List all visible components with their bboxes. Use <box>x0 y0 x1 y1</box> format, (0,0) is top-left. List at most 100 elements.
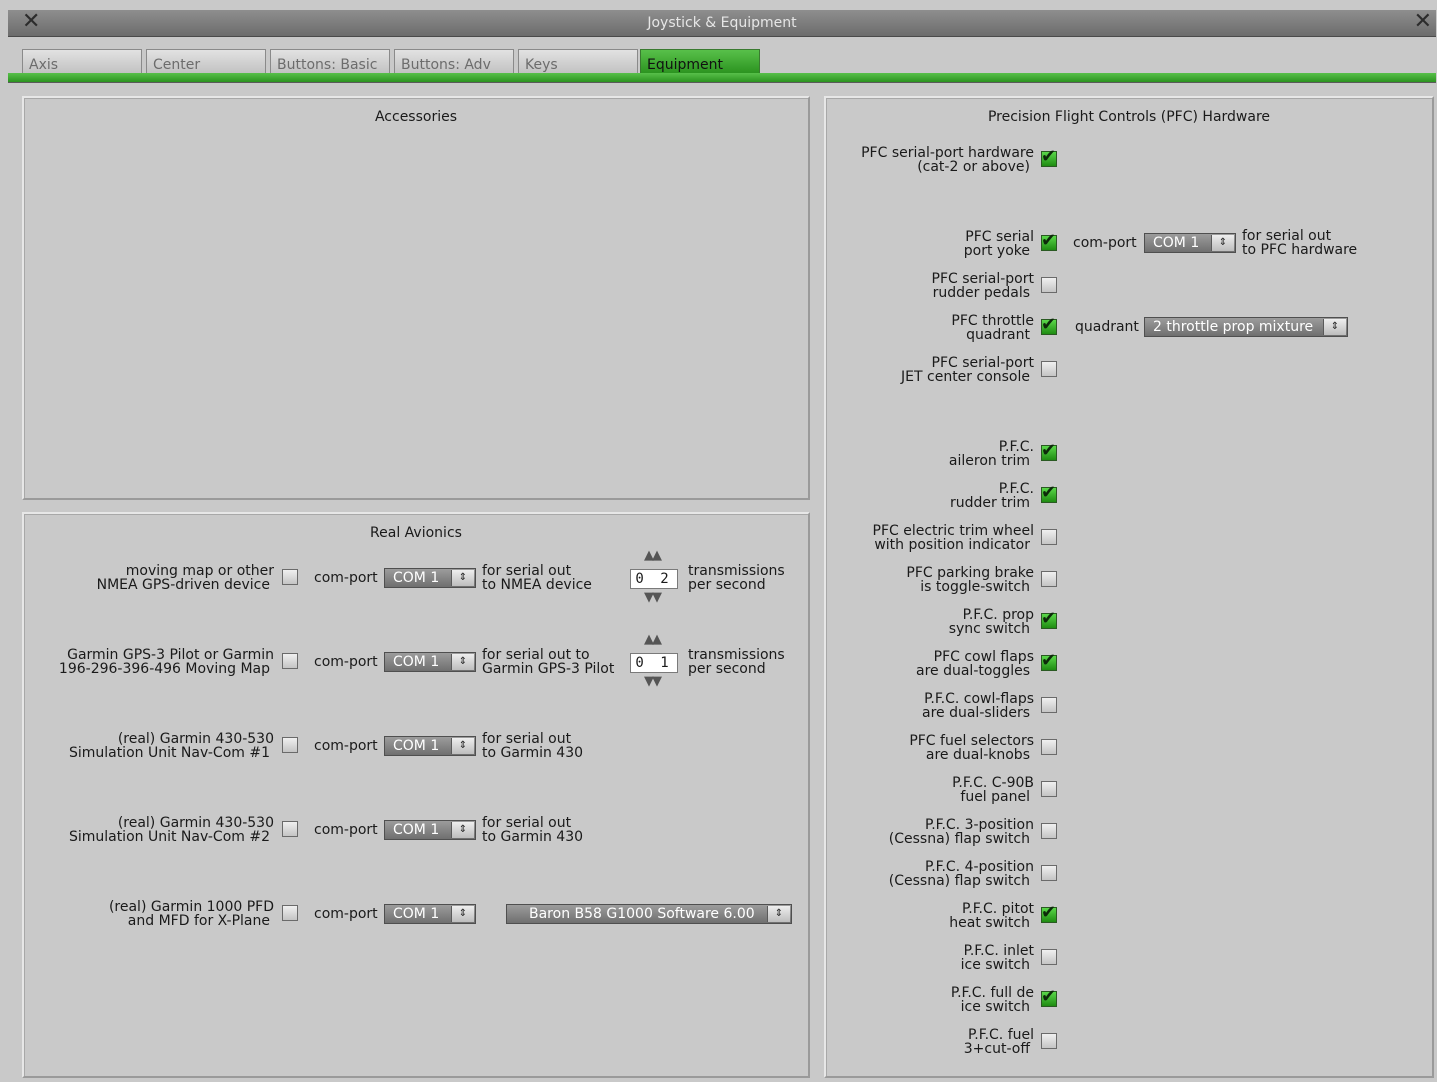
serial-desc-line1: for serial out <box>482 815 572 831</box>
chevron-updown-icon: ⇕ <box>767 906 790 922</box>
pfc-item-label-line1: P.F.C. prop <box>962 607 1034 623</box>
pfc-item-label-line2: are dual-toggles <box>916 663 1030 679</box>
pfc-item-checkbox[interactable]: ✔ <box>1041 608 1057 629</box>
tab-buttons-basic[interactable]: Buttons: Basic <box>270 49 390 73</box>
pfc-item-checkbox[interactable] <box>1041 361 1057 377</box>
quadrant-value: 2 throttle prop mixture <box>1153 319 1314 335</box>
pfc-item-label-line2: are dual-knobs <box>925 747 1030 763</box>
pfc-item-checkbox[interactable] <box>1041 571 1057 587</box>
serial-desc-line2: to Garmin 430 <box>482 745 584 761</box>
com-port-label: com-port <box>314 738 378 754</box>
pfc-item-label-line1: P.F.C. C-90B <box>952 775 1034 791</box>
check-icon: ✔ <box>1041 314 1057 335</box>
tab-equipment[interactable]: Equipment <box>640 49 760 73</box>
com-port-select[interactable]: COM 1 ⇕ <box>384 820 476 840</box>
serial-desc-line2: Garmin GPS-3 Pilot <box>482 661 615 677</box>
pfc-item-checkbox[interactable]: ✔ <box>1041 440 1057 461</box>
tab-center[interactable]: Center <box>146 49 266 73</box>
window-title: Joystick & Equipment <box>647 15 797 31</box>
avionics-checkbox[interactable] <box>282 653 298 669</box>
pfc-item-label-line1: PFC serial-port <box>931 271 1035 287</box>
pfc-item-label-line2: quadrant <box>966 327 1030 343</box>
avionics-checkbox[interactable] <box>282 569 298 585</box>
com-port-value: COM 1 <box>393 822 440 838</box>
com-port-value: COM 1 <box>393 738 440 754</box>
pfc-item-label-line1: P.F.C. cowl-flaps <box>924 691 1034 707</box>
pfc-item-checkbox[interactable]: ✔ <box>1041 650 1057 671</box>
pfc-item-checkbox[interactable] <box>1041 277 1057 293</box>
check-icon: ✔ <box>1041 902 1057 923</box>
rate-field[interactable]: 0 1 <box>630 653 678 673</box>
chevron-updown-icon: ⇕ <box>1323 319 1346 335</box>
avionics-checkbox[interactable] <box>282 905 298 921</box>
spin-up-icon[interactable]: ▲▲ <box>644 549 662 562</box>
pfc-item-checkbox[interactable] <box>1041 823 1057 839</box>
chevron-updown-icon: ⇕ <box>1211 235 1234 251</box>
rate-field[interactable]: 0 2 <box>630 569 678 589</box>
avionics-label-line2: Simulation Unit Nav-Com #1 <box>68 745 270 761</box>
pfc-item-checkbox[interactable] <box>1041 529 1057 545</box>
pfc-item-label-line1: P.F.C. full de <box>950 985 1034 1001</box>
pfc-item-label-line1: P.F.C. <box>998 481 1034 497</box>
avionics-checkbox[interactable] <box>282 821 298 837</box>
pfc-item-label-line2: aileron trim <box>948 453 1030 469</box>
avionics-checkbox[interactable] <box>282 737 298 753</box>
pfc-item-label-line1: PFC serial-port <box>931 355 1035 371</box>
pfc-item-checkbox[interactable]: ✔ <box>1041 902 1057 923</box>
pfc-item-label-line2: (Cessna) flap switch <box>888 831 1030 847</box>
pfc-item-label-line1: P.F.C. 4-position <box>924 859 1034 875</box>
g1000-software-select[interactable]: Baron B58 G1000 Software 6.00 ⇕ <box>506 904 792 924</box>
spin-down-icon[interactable]: ▼▼ <box>644 591 662 604</box>
tab-buttons-adv[interactable]: Buttons: Adv <box>394 49 514 73</box>
serial-desc-line2: to Garmin 430 <box>482 829 584 845</box>
pfc-item-checkbox[interactable]: ✔ <box>1041 986 1057 1007</box>
pfc-item-checkbox[interactable] <box>1041 1033 1057 1049</box>
accessories-title: Accessories <box>374 109 458 125</box>
tab-underline <box>8 73 1436 83</box>
avionics-label-line1: Garmin GPS-3 Pilot or Garmin <box>67 647 274 663</box>
pfc-item-label-line2: sync switch <box>948 621 1030 637</box>
com-port-select[interactable]: COM 1 ⇕ <box>384 904 476 924</box>
chevron-updown-icon: ⇕ <box>451 822 474 838</box>
yoke-port-desc1: for serial out <box>1242 228 1332 244</box>
pfc-item-checkbox[interactable]: ✔ <box>1041 482 1057 503</box>
spin-down-icon[interactable]: ▼▼ <box>644 675 662 688</box>
avionics-label-line2: NMEA GPS-driven device <box>96 577 270 593</box>
tab-axis[interactable]: Axis <box>22 49 142 73</box>
tab-keys[interactable]: Keys <box>518 49 638 73</box>
pfc-item-checkbox[interactable] <box>1041 781 1057 797</box>
pfc-item-checkbox[interactable] <box>1041 739 1057 755</box>
pfc-item-checkbox[interactable]: ✔ <box>1041 230 1057 251</box>
pfc-item-label-line2: are dual-sliders <box>922 705 1030 721</box>
pfc-item-label-line2: (Cessna) flap switch <box>888 873 1030 889</box>
pfc-item-label-line1: PFC serial-port hardware <box>861 145 1034 161</box>
quadrant-label: quadrant <box>1075 319 1139 335</box>
check-icon: ✔ <box>1041 986 1057 1007</box>
pfc-item-checkbox[interactable]: ✔ <box>1041 146 1057 167</box>
close-icon[interactable]: ✕ <box>1414 11 1432 33</box>
serial-desc-line1: for serial out to <box>482 647 590 663</box>
com-port-value: COM 1 <box>393 570 440 586</box>
pfc-item-label-line2: fuel panel <box>960 789 1030 805</box>
avionics-panel: Real Avionics moving map or other NMEA GP… <box>22 512 810 1078</box>
yoke-port-select[interactable]: COM 1 ⇕ <box>1144 233 1236 253</box>
pfc-item-checkbox[interactable] <box>1041 865 1057 881</box>
pfc-item-checkbox[interactable] <box>1041 949 1057 965</box>
g1000-software-value: Baron B58 G1000 Software 6.00 <box>529 906 755 922</box>
pfc-item-label-line2: with position indicator <box>874 537 1030 553</box>
pfc-item-checkbox[interactable]: ✔ <box>1041 314 1057 335</box>
pfc-item-label-line2: ice switch <box>960 999 1030 1015</box>
quadrant-select[interactable]: 2 throttle prop mixture ⇕ <box>1144 317 1348 337</box>
com-port-select[interactable]: COM 1 ⇕ <box>384 736 476 756</box>
avionics-label-line2: and MFD for X-Plane <box>127 913 270 929</box>
spin-up-icon[interactable]: ▲▲ <box>644 633 662 646</box>
com-port-select[interactable]: COM 1 ⇕ <box>384 652 476 672</box>
com-port-select[interactable]: COM 1 ⇕ <box>384 568 476 588</box>
pfc-item-checkbox[interactable] <box>1041 697 1057 713</box>
rate-label-line1: transmissions <box>688 647 785 663</box>
com-port-label: com-port <box>314 822 378 838</box>
pfc-item-label-line1: PFC fuel selectors <box>909 733 1034 749</box>
pfc-item-label-line2: heat switch <box>949 915 1030 931</box>
pfc-item-label-line2: is toggle-switch <box>920 579 1030 595</box>
pfc-item-label-line1: P.F.C. inlet <box>963 943 1034 959</box>
